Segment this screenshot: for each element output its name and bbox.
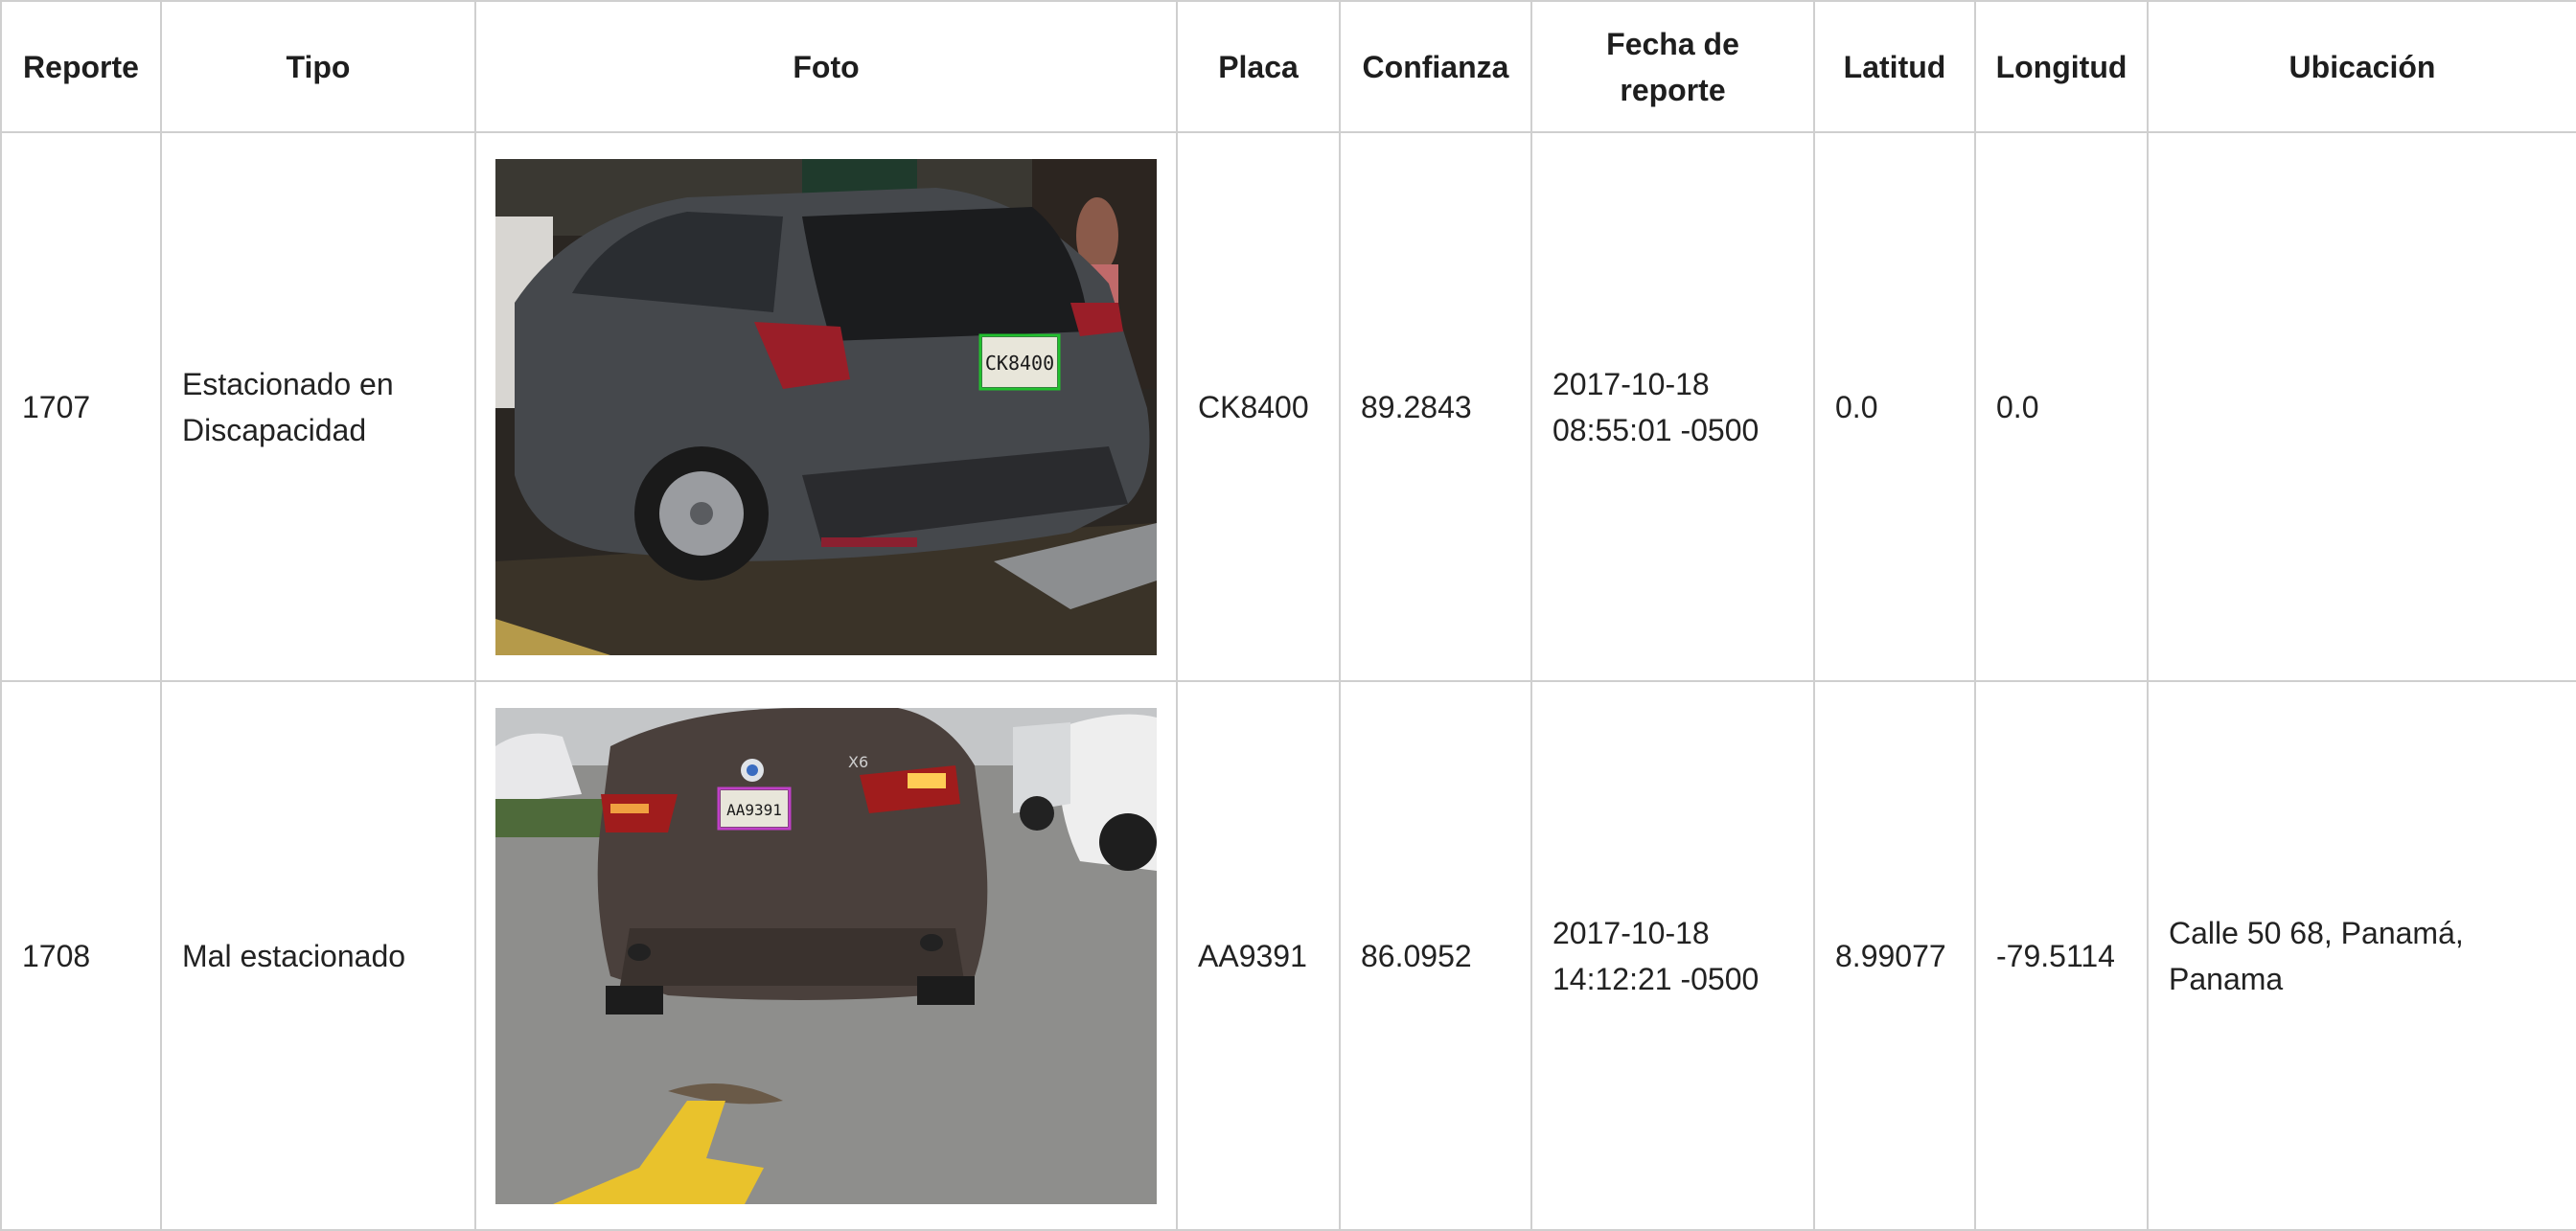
header-latitud[interactable]: Latitud [1813, 0, 1976, 133]
model-badge: X6 [848, 753, 868, 771]
cell-reporte: 1708 [0, 680, 162, 1231]
cell-confianza: 86.0952 [1339, 680, 1532, 1231]
table-row: 1707 Estacionado en Discapacidad CK8400 … [0, 131, 2576, 682]
cell-fecha: 2017-10-18 08:55:01 -0500 [1530, 131, 1815, 682]
cell-tipo: Mal estacionado [160, 680, 476, 1231]
cell-latitud: 0.0 [1813, 131, 1976, 682]
cell-longitud: -79.5114 [1974, 680, 2149, 1231]
header-foto[interactable]: Foto [474, 0, 1178, 133]
header-reporte[interactable]: Reporte [0, 0, 162, 133]
car-photo[interactable]: X6 AA9391 [495, 707, 1157, 1204]
car-photo[interactable]: CK8400 [495, 158, 1157, 655]
cell-reporte: 1707 [0, 131, 162, 682]
header-row: Reporte Tipo Foto Placa Confianza Fecha … [0, 0, 2576, 133]
cell-placa: AA9391 [1176, 680, 1341, 1231]
cell-ubicacion [2147, 131, 2576, 682]
header-fecha-de-reporte[interactable]: Fecha de reporte [1530, 0, 1815, 133]
car-photo-image: CK8400 [495, 158, 1157, 655]
car-photo-image: X6 AA9391 [495, 707, 1157, 1204]
header-ubicacion[interactable]: Ubicación [2147, 0, 2576, 133]
cell-latitud: 8.99077 [1813, 680, 1976, 1231]
cell-ubicacion: Calle 50 68, Panamá, Panama [2147, 680, 2576, 1231]
table-row: 1708 Mal estacionado X6 AA9391 AA9391 86… [0, 680, 2576, 1231]
cell-placa: CK8400 [1176, 131, 1341, 682]
header-longitud[interactable]: Longitud [1974, 0, 2149, 133]
reports-table: Reporte Tipo Foto Placa Confianza Fecha … [0, 0, 2576, 1231]
plate-text: AA9391 [726, 801, 782, 819]
plate-text: CK8400 [985, 352, 1054, 375]
header-confianza[interactable]: Confianza [1339, 0, 1532, 133]
cell-foto: CK8400 [474, 131, 1178, 682]
header-placa[interactable]: Placa [1176, 0, 1341, 133]
header-tipo[interactable]: Tipo [160, 0, 476, 133]
cell-foto: X6 AA9391 [474, 680, 1178, 1231]
cell-confianza: 89.2843 [1339, 131, 1532, 682]
cell-tipo: Estacionado en Discapacidad [160, 131, 476, 682]
cell-fecha: 2017-10-18 14:12:21 -0500 [1530, 680, 1815, 1231]
cell-longitud: 0.0 [1974, 131, 2149, 682]
